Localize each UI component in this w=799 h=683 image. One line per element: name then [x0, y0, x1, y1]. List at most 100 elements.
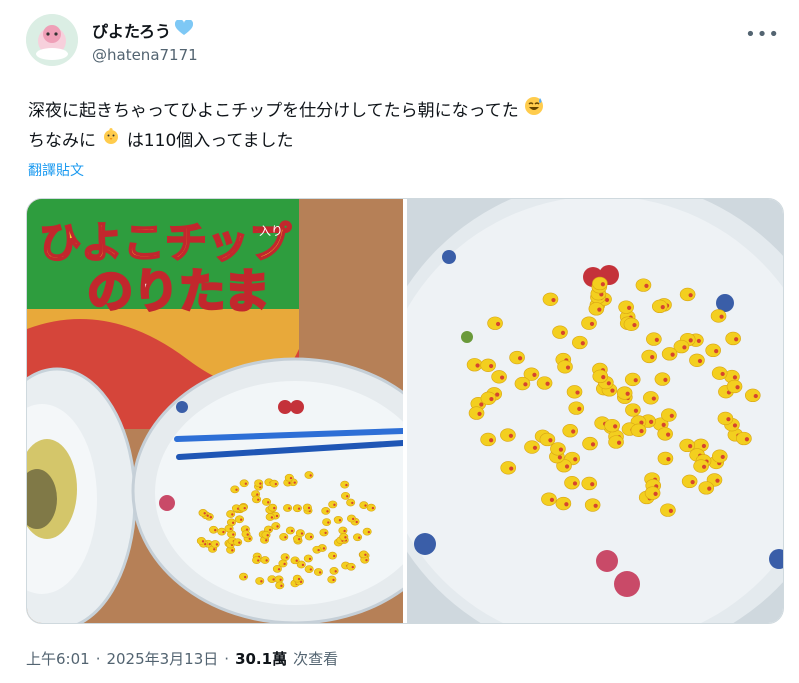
chick-chip	[238, 503, 248, 512]
chick-chip	[480, 358, 496, 372]
tweet-media[interactable]: ひよこチップ 入り のりたま	[26, 198, 784, 624]
chick-chip	[541, 492, 557, 506]
views-count: 30.1萬	[235, 650, 288, 668]
chick-chip	[280, 553, 290, 561]
chick-chip	[262, 498, 272, 506]
chick-chip	[592, 276, 608, 291]
chick-chip	[736, 431, 752, 446]
chick-chip	[230, 485, 240, 494]
chick-chip	[646, 332, 662, 346]
tweet-header: ぴよたろう @hatena7171 •••	[26, 14, 786, 74]
chick-chip	[624, 372, 641, 387]
chick-chip	[265, 513, 275, 521]
tweet-time[interactable]: 上午6:01	[26, 648, 90, 669]
chick-chip	[604, 418, 620, 433]
chick-chip	[210, 540, 220, 548]
chick-chip	[226, 510, 236, 518]
tweet-date[interactable]: 2025年3月13日	[106, 648, 218, 669]
chick-chip	[224, 524, 234, 533]
chick-chip	[693, 459, 709, 473]
chick-chip	[290, 556, 300, 565]
chick-chip	[717, 411, 734, 426]
chick-chip	[239, 572, 249, 581]
chick-chip	[555, 496, 572, 511]
chick-chip	[319, 528, 329, 537]
chick-chip	[660, 503, 676, 517]
chick-chip	[487, 316, 503, 330]
chick-chip	[524, 440, 540, 454]
chick-chip	[295, 529, 305, 538]
chick-chip	[328, 500, 338, 509]
chick-chip	[536, 376, 553, 390]
chick-chip	[689, 353, 705, 367]
chick-chip	[581, 316, 597, 330]
chick-chip	[661, 408, 677, 422]
display-name[interactable]: ぴよたろう	[92, 18, 198, 42]
chick-chip	[359, 550, 369, 559]
chick-chip	[550, 442, 566, 456]
chick-chip	[705, 343, 721, 358]
meta-separator: ·	[224, 649, 230, 668]
chick-chip	[269, 479, 279, 488]
chick-chip	[275, 581, 285, 590]
chick-chip	[491, 370, 507, 384]
chick-chip	[514, 376, 531, 391]
chick-emoji-icon	[101, 126, 121, 156]
chick-chip	[341, 491, 351, 500]
chick-chip	[568, 401, 585, 415]
chick-chip	[198, 509, 208, 517]
package-title: ひよこチップ	[39, 218, 291, 267]
tweet-text: 深夜に起きちゃってひよこチップを仕分けしてたら朝になってた ちなみに は110個…	[28, 96, 768, 156]
chick-chip	[328, 551, 338, 560]
chick-chip	[679, 438, 695, 453]
sweat-smile-emoji-icon	[524, 96, 544, 126]
tweet-meta: 上午6:01 · 2025年3月13日 · 30.1萬 次查看	[26, 648, 338, 669]
chick-chip	[292, 504, 302, 513]
chick-chip	[468, 406, 485, 420]
avatar[interactable]	[26, 14, 78, 66]
chick-chip	[643, 391, 659, 405]
blue-heart-icon	[174, 19, 194, 40]
chick-chip	[284, 473, 294, 482]
photo-left[interactable]: ひよこチップ 入り のりたま	[27, 199, 403, 623]
chick-chip	[710, 309, 727, 323]
translate-post-link[interactable]: 翻譯貼文	[28, 160, 84, 180]
chick-chip	[239, 479, 249, 488]
photo-right[interactable]	[407, 199, 783, 623]
chick-chip	[592, 369, 609, 384]
chick-chip	[552, 325, 568, 339]
chick-chip	[500, 461, 517, 475]
chick-chip	[279, 532, 289, 541]
tweet-line-1: 深夜に起きちゃってひよこチップを仕分けしてたら朝になってた	[28, 101, 519, 121]
chick-chip	[252, 556, 262, 564]
chick-chip	[312, 545, 322, 554]
chick-chip	[304, 565, 314, 573]
chick-chip	[346, 514, 356, 523]
chick-chip	[711, 366, 728, 380]
chick-chip	[252, 495, 262, 504]
chick-chip	[562, 424, 578, 438]
package-main-text: のりたま	[87, 264, 270, 318]
chick-chip	[235, 515, 245, 524]
chick-chip	[333, 515, 343, 524]
more-icon[interactable]: •••	[745, 24, 780, 45]
chick-chip	[304, 471, 314, 479]
chick-chip	[698, 481, 715, 495]
chick-chip	[241, 530, 251, 539]
chick-chip	[321, 507, 331, 515]
chick-chip	[254, 479, 264, 488]
user-handle[interactable]: @hatena7171	[92, 46, 198, 64]
chick-chip	[283, 504, 293, 512]
chick-chip	[584, 498, 601, 512]
meta-separator: ·	[95, 649, 101, 668]
chick-chip	[588, 302, 605, 316]
chick-chip	[616, 386, 633, 400]
chick-chip	[582, 436, 598, 451]
chick-chip	[500, 428, 516, 442]
package-small-text: 入り	[259, 224, 283, 238]
chick-chip	[209, 525, 219, 534]
display-name-text[interactable]: ぴよたろう	[92, 18, 171, 42]
chick-chip	[268, 503, 278, 512]
chick-chip	[564, 476, 580, 490]
chick-chip	[285, 526, 295, 535]
